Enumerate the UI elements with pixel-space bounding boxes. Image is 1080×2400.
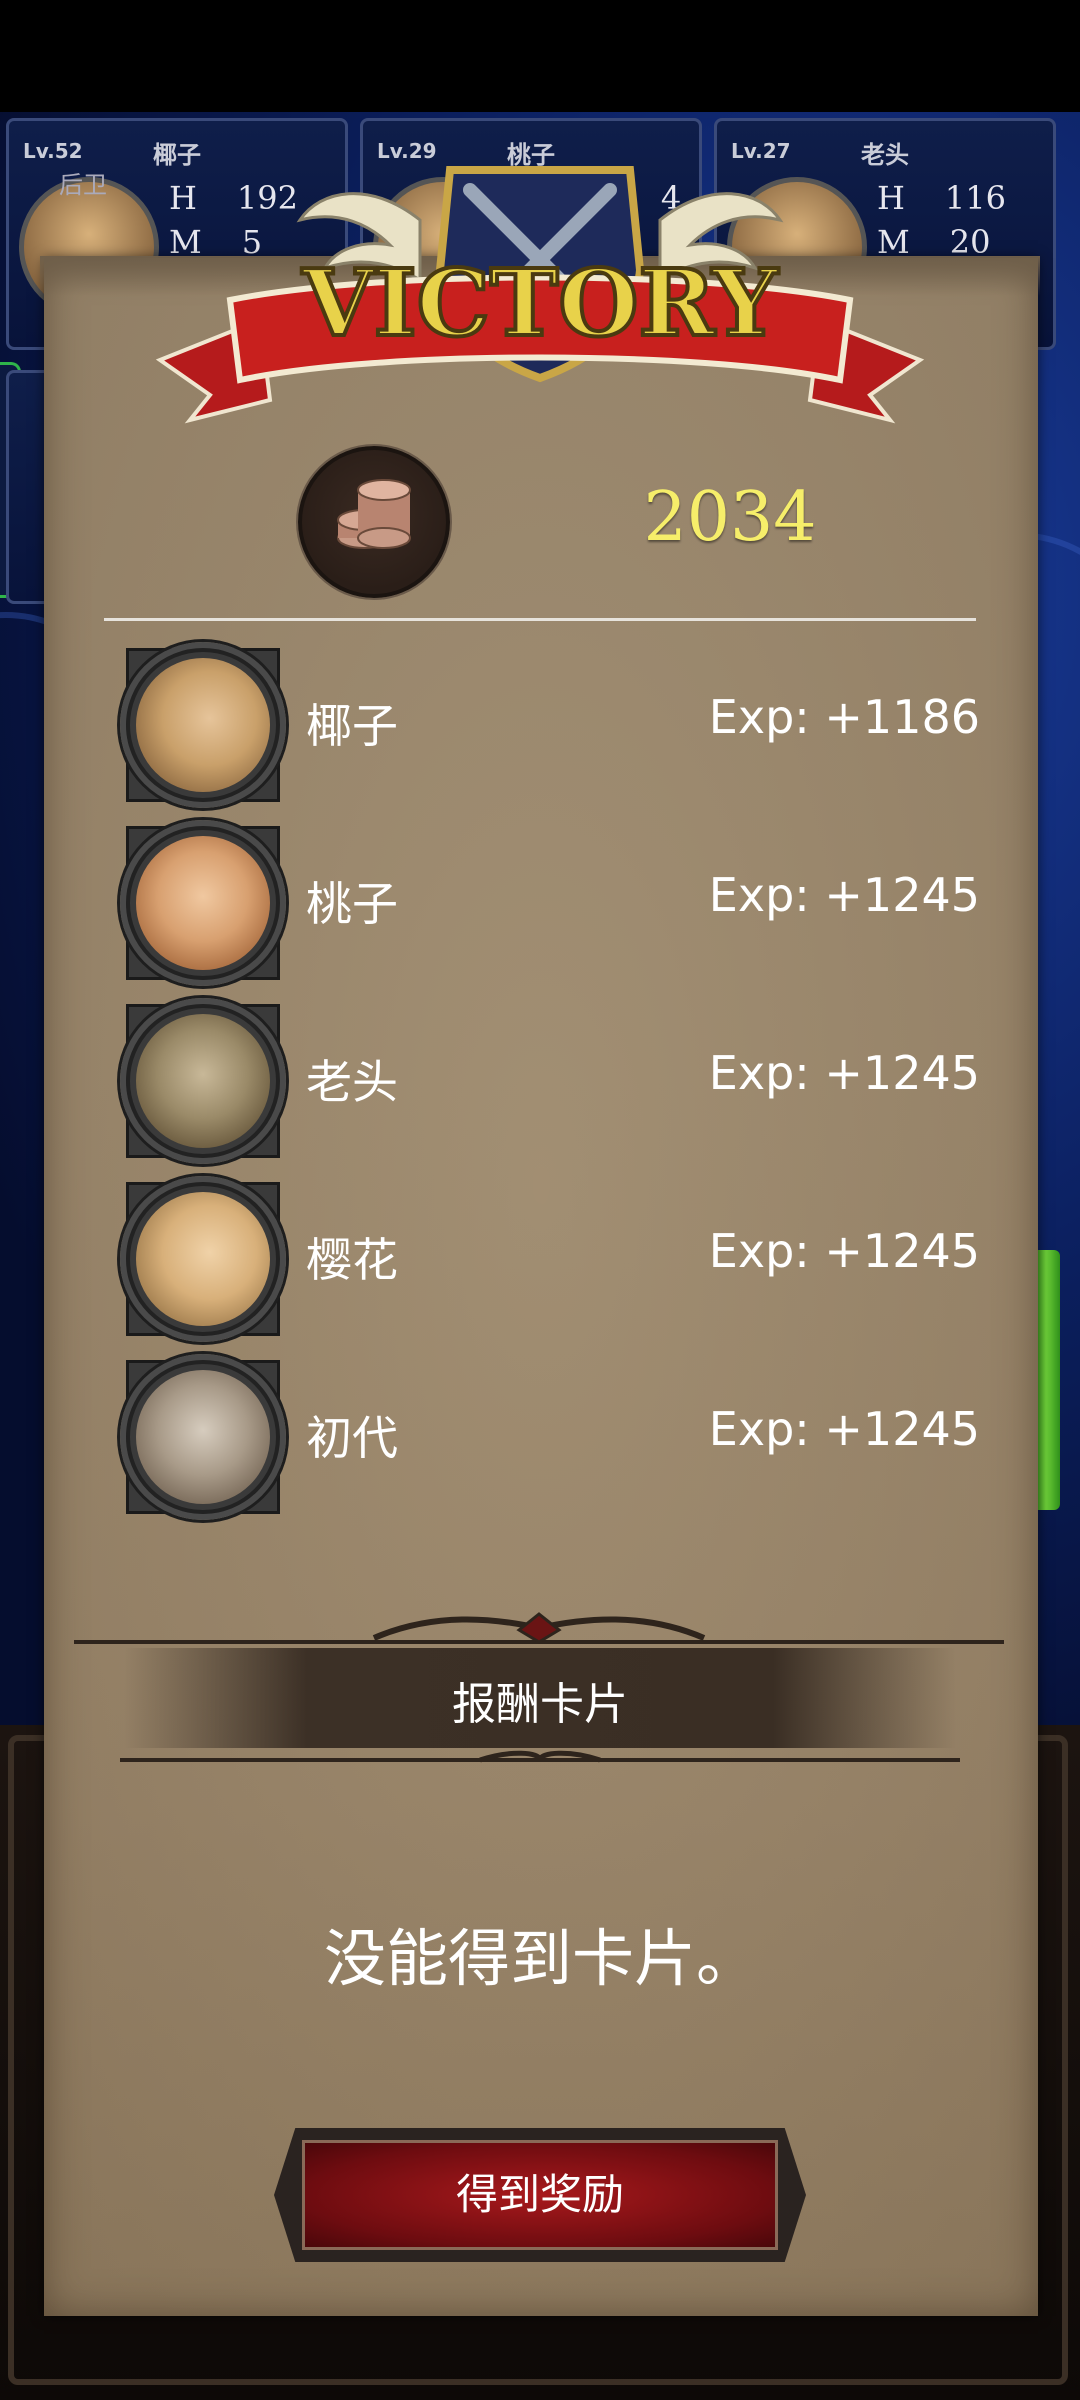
party-tag: 后卫	[59, 171, 107, 199]
character-portrait	[118, 1352, 286, 1520]
exp-row: 樱花 Exp: +1245	[118, 1174, 980, 1344]
divider	[104, 618, 976, 621]
character-portrait	[118, 640, 286, 808]
character-name: 椰子	[306, 699, 398, 753]
character-name: 樱花	[306, 1233, 398, 1287]
ornament-divider	[120, 1750, 960, 1763]
character-portrait	[118, 1174, 286, 1342]
ornament-divider	[74, 1612, 1004, 1644]
character-name: 桃子	[306, 877, 398, 931]
exp-gain: Exp: +1245	[708, 1402, 980, 1456]
victory-text: VICTORY	[301, 249, 779, 357]
exp-row: 老头 Exp: +1245	[118, 996, 980, 1166]
character-name: 初代	[306, 1411, 398, 1465]
exp-gain: Exp: +1245	[708, 1224, 980, 1278]
game-screen: Lv.52 椰子 H192 M5 后卫 Lv.29 桃子 H4 Lv.27 老头…	[0, 0, 1080, 2400]
victory-banner: VICTORY	[155, 166, 925, 424]
exp-gain: Exp: +1186	[708, 690, 980, 744]
gold-amount: 2034	[643, 478, 817, 557]
exp-row: 初代 Exp: +1245	[118, 1352, 980, 1522]
coins-icon	[298, 446, 450, 598]
exp-gain: Exp: +1245	[708, 1046, 980, 1100]
exp-row: 桃子 Exp: +1245	[118, 818, 980, 988]
character-name: 老头	[306, 1055, 398, 1109]
exp-row: 椰子 Exp: +1186	[118, 640, 980, 810]
character-portrait	[118, 996, 286, 1164]
character-portrait	[118, 818, 286, 986]
get-reward-label: 得到奖励	[455, 2170, 624, 2219]
get-reward-button[interactable]: 得到奖励	[274, 2128, 806, 2262]
face	[136, 658, 270, 792]
no-card-message: 没能得到卡片。	[323, 1922, 758, 1995]
reward-title: 报酬卡片	[452, 1679, 628, 1730]
exp-gain: Exp: +1245	[708, 868, 980, 922]
